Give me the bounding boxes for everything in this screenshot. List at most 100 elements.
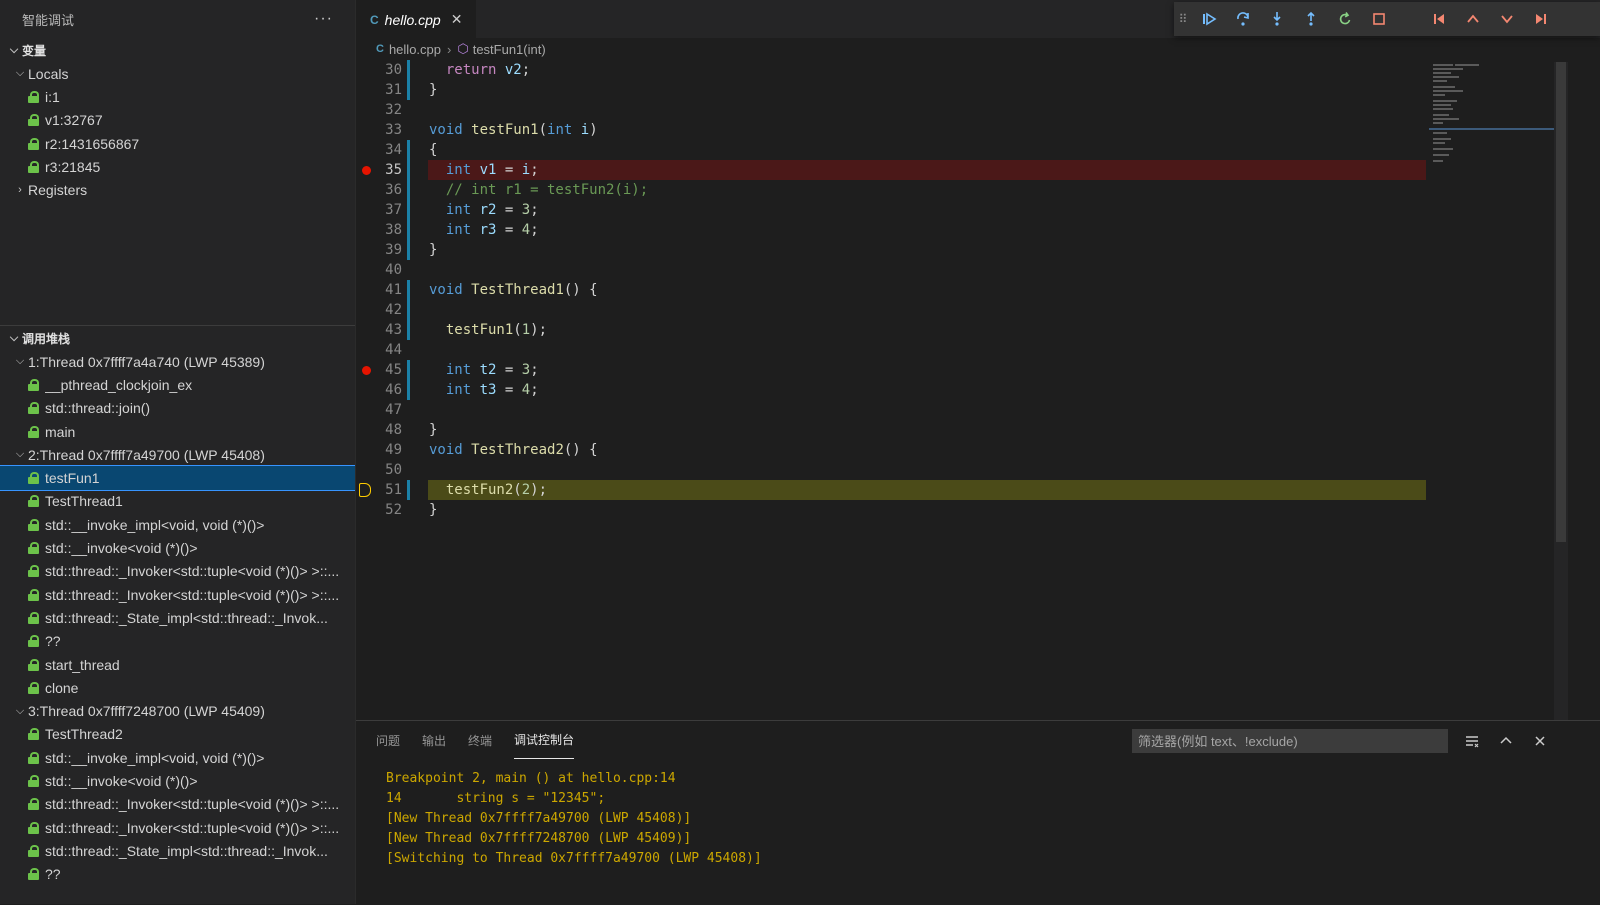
stack-frame-selected[interactable]: testFun1: [0, 465, 355, 491]
code-line[interactable]: 51 testFun2(2);: [356, 480, 1600, 500]
code-line[interactable]: 42: [356, 300, 1600, 320]
stack-frame[interactable]: std::__invoke<void (*)()>: [0, 769, 355, 792]
minimap[interactable]: [1429, 62, 1559, 182]
line-number: 36: [385, 182, 402, 198]
code-line[interactable]: 33 void testFun1(int i): [356, 120, 1600, 140]
stack-frame[interactable]: std::thread::_Invoker<std::tuple<void (*…: [0, 560, 355, 583]
debug-sidebar: 智能调试 ··· ⌵ 变量 ⌵ Locals i:1 v1:32767 r2:1…: [0, 0, 356, 904]
modified-gutter-mark: [407, 280, 410, 300]
stack-frame[interactable]: clone: [0, 676, 355, 699]
breadcrumb: C hello.cpp › ⬡ testFun1(int): [356, 38, 1600, 60]
go-to-end-icon[interactable]: [1524, 4, 1558, 34]
line-number: 41: [385, 282, 402, 298]
callstack-section-header[interactable]: ⌵ 调用堆栈: [0, 325, 355, 350]
stack-frame[interactable]: ??: [0, 630, 355, 653]
lock-icon: [28, 472, 39, 485]
code-line[interactable]: 31}: [356, 80, 1600, 100]
code-line[interactable]: 49 void TestThread2() {: [356, 440, 1600, 460]
go-to-start-icon[interactable]: [1422, 4, 1456, 34]
stack-frame[interactable]: std::thread::join(): [0, 397, 355, 420]
code-line[interactable]: 44: [356, 340, 1600, 360]
stack-frame[interactable]: std::thread::_Invoker<std::tuple<void (*…: [0, 583, 355, 606]
variables-section-header[interactable]: ⌵ 变量: [0, 38, 355, 62]
code-line[interactable]: 43 testFun1(1);: [356, 320, 1600, 340]
code-editor[interactable]: 30 return v2; 31} 32 33 void testFun1(int i)…: [356, 60, 1600, 720]
code-line[interactable]: 52}: [356, 500, 1600, 520]
stack-frame[interactable]: TestThread1: [0, 490, 355, 513]
stop-icon[interactable]: [1362, 4, 1396, 34]
code-line[interactable]: 48}: [356, 420, 1600, 440]
code-line[interactable]: 39}: [356, 240, 1600, 260]
modified-gutter-mark: [407, 140, 410, 160]
code-line[interactable]: 32: [356, 100, 1600, 120]
code-line[interactable]: 35 int v1 = i;: [356, 160, 1600, 180]
modified-gutter-mark: [407, 200, 410, 220]
tab-hello-cpp[interactable]: C hello.cpp ✕: [356, 0, 476, 38]
code-text: {: [429, 142, 438, 158]
stack-frame[interactable]: start_thread: [0, 653, 355, 676]
code-line[interactable]: 46 int t3 = 4;: [356, 380, 1600, 400]
vertical-scrollbar[interactable]: [1554, 62, 1568, 720]
code-line[interactable]: 34 {: [356, 140, 1600, 160]
locals-group[interactable]: ⌵ Locals: [0, 62, 355, 85]
code-line[interactable]: 41 void TestThread1() {: [356, 280, 1600, 300]
breadcrumb-symbol[interactable]: testFun1(int): [473, 42, 546, 57]
tab-bar: C hello.cpp ✕ ⠿: [356, 0, 1600, 38]
tab-problems[interactable]: 问题: [376, 721, 400, 759]
frame-label: testFun1: [45, 470, 100, 487]
restart-icon[interactable]: [1328, 4, 1362, 34]
thread-item[interactable]: ⌵ 2:Thread 0x7ffff7a49700 (LWP 45408): [0, 443, 355, 466]
code-line[interactable]: 40: [356, 260, 1600, 280]
stack-frame[interactable]: std::__invoke_impl<void, void (*)()>: [0, 513, 355, 536]
next-icon[interactable]: [1490, 4, 1524, 34]
step-over-icon[interactable]: [1226, 4, 1260, 34]
filter-input[interactable]: [1132, 729, 1448, 753]
code-line[interactable]: 37 int r2 = 3;: [356, 200, 1600, 220]
stack-frame[interactable]: std::__invoke_impl<void, void (*)()>: [0, 746, 355, 769]
step-out-icon[interactable]: [1294, 4, 1328, 34]
close-icon[interactable]: ✕: [451, 11, 463, 28]
variable-item[interactable]: v1:32767: [0, 109, 355, 132]
breadcrumb-file[interactable]: hello.cpp: [389, 42, 441, 57]
stack-frame[interactable]: std::thread::_Invoker<std::tuple<void (*…: [0, 816, 355, 839]
variable-item[interactable]: i:1: [0, 85, 355, 108]
stack-frame[interactable]: std::__invoke<void (*)()>: [0, 536, 355, 559]
previous-icon[interactable]: [1456, 4, 1490, 34]
stack-frame[interactable]: std::thread::_Invoker<std::tuple<void (*…: [0, 793, 355, 816]
stack-frame[interactable]: std::thread::_State_impl<std::thread::_I…: [0, 606, 355, 629]
continue-icon[interactable]: [1192, 4, 1226, 34]
frame-label: TestThread2: [45, 726, 123, 743]
tab-output[interactable]: 输出: [422, 721, 446, 759]
variable-value: i:1: [45, 88, 60, 105]
registers-group[interactable]: › Registers: [0, 178, 355, 201]
step-into-icon[interactable]: [1260, 4, 1294, 34]
more-actions-icon[interactable]: ···: [314, 10, 333, 28]
variable-item[interactable]: r2:1431656867: [0, 132, 355, 155]
code-line[interactable]: 38 int r3 = 4;: [356, 220, 1600, 240]
scrollbar-thumb[interactable]: [1556, 62, 1566, 542]
stack-frame[interactable]: main: [0, 420, 355, 443]
lock-icon: [28, 160, 39, 173]
maximize-panel-icon[interactable]: [1494, 729, 1518, 753]
code-line[interactable]: 45 int t2 = 3;: [356, 360, 1600, 380]
stack-frame[interactable]: ??: [0, 863, 355, 886]
stack-frame[interactable]: std::thread::_State_impl<std::thread::_I…: [0, 839, 355, 862]
clear-console-icon[interactable]: [1460, 729, 1484, 753]
code-line[interactable]: 47: [356, 400, 1600, 420]
thread-item[interactable]: ⌵ 3:Thread 0x7ffff7248700 (LWP 45409): [0, 699, 355, 722]
tab-debug-console[interactable]: 调试控制台: [514, 721, 575, 759]
stack-frame[interactable]: TestThread2: [0, 723, 355, 746]
code-line[interactable]: 50: [356, 460, 1600, 480]
thread-item[interactable]: ⌵ 1:Thread 0x7ffff7a4a740 (LWP 45389): [0, 350, 355, 373]
stack-frame[interactable]: __pthread_clockjoin_ex: [0, 373, 355, 396]
chevron-down-icon: ⌵: [9, 43, 19, 56]
close-panel-icon[interactable]: [1528, 729, 1552, 753]
lock-icon: [28, 425, 39, 438]
chevron-down-icon: ⌵: [15, 704, 25, 717]
code-line[interactable]: 30 return v2;: [356, 60, 1600, 80]
tab-terminal[interactable]: 终端: [468, 721, 492, 759]
line-number: 52: [385, 502, 402, 518]
code-line[interactable]: 36 // int r1 = testFun2(i);: [356, 180, 1600, 200]
variable-item[interactable]: r3:21845: [0, 155, 355, 178]
drag-grip-icon[interactable]: ⠿: [1174, 12, 1192, 26]
